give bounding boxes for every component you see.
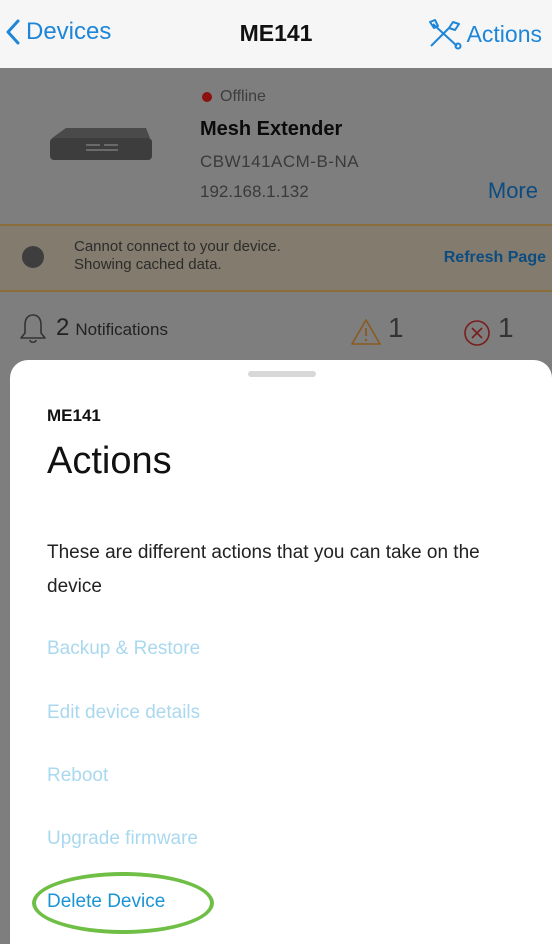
notifications-label: Notifications [75, 320, 168, 339]
sync-icon [22, 246, 44, 268]
navigation-bar: Devices ME141 Actions [0, 0, 552, 68]
more-link[interactable]: More [488, 178, 538, 204]
action-reboot[interactable]: Reboot [47, 765, 108, 787]
device-image [50, 128, 152, 160]
device-status-label: Offline [220, 88, 266, 105]
sheet-description: These are different actions that you can… [47, 542, 480, 597]
device-status: Offline [202, 88, 266, 106]
notifications-summary: 2 Notifications [56, 314, 168, 342]
action-edit-device-details[interactable]: Edit device details [47, 702, 200, 724]
offline-dot-icon [202, 92, 212, 102]
device-model: CBW141ACM-B-NA [200, 152, 360, 171]
warning-triangle-icon [351, 319, 381, 345]
device-card: Offline Mesh Extender CBW141ACM-B-NA 192… [0, 68, 552, 224]
warning-line-1: Cannot connect to your device. [74, 238, 281, 255]
device-ip: 192.168.1.132 [200, 182, 309, 201]
actions-sheet: ME141 Actions These are different action… [10, 360, 552, 944]
warning-line-2: Showing cached data. [74, 256, 222, 273]
connection-warning-banner: Cannot connect to your device. Showing c… [0, 224, 552, 292]
bell-icon [20, 314, 46, 344]
error-circle-icon [464, 320, 490, 346]
warning-count: 1 [388, 312, 404, 343]
actions-button[interactable]: Actions [427, 18, 542, 50]
error-count: 1 [498, 312, 514, 343]
notifications-count: 2 [56, 314, 70, 341]
sheet-title: Actions [47, 440, 172, 482]
sheet-grabber-handle[interactable] [248, 371, 316, 377]
tools-icon [428, 19, 462, 50]
notifications-row[interactable]: 2 Notifications 1 1 [0, 294, 552, 364]
action-upgrade-firmware[interactable]: Upgrade firmware [47, 828, 198, 850]
refresh-page-link[interactable]: Refresh Page [444, 249, 546, 267]
action-backup-restore[interactable]: Backup & Restore [47, 638, 200, 660]
device-name: Mesh Extender [200, 118, 343, 140]
actions-button-label: Actions [466, 20, 542, 47]
warning-text: Cannot connect to your device. Showing c… [74, 238, 281, 274]
sheet-subtitle: ME141 [47, 406, 101, 425]
highlight-ring [32, 872, 214, 934]
